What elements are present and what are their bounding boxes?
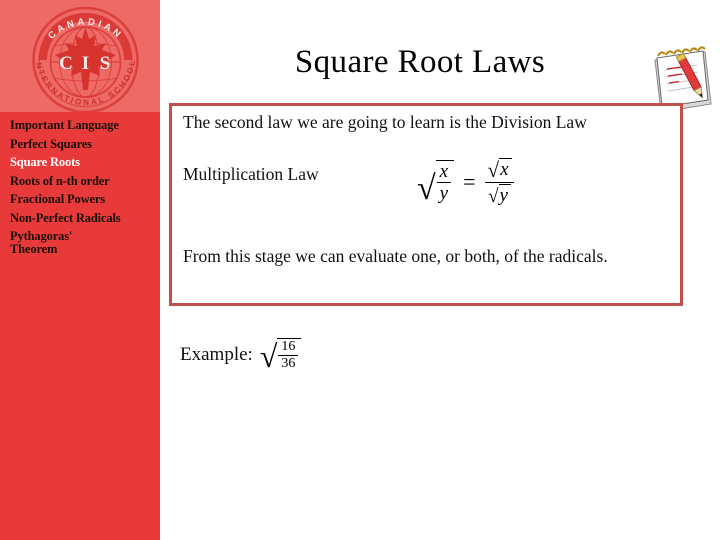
logo-letter-s: S	[100, 53, 111, 74]
sidebar: C I S CANADIAN INTERNATIONAL SCHOOL Impo…	[0, 0, 160, 540]
cis-school-logo: C I S CANADIAN INTERNATIONAL SCHOOL	[26, 0, 143, 112]
lead-statement: The second law we are going to learn is …	[183, 112, 587, 132]
logo-letter-i: I	[82, 53, 89, 74]
rhs-denominator-radical: √ y	[488, 183, 511, 207]
sidebar-item-non-perfect-radicals[interactable]: Non-Perfect Radicals	[0, 209, 160, 228]
radical-sign-icon: √	[417, 170, 436, 208]
division-law-formula: √ x y = √ x √ y	[417, 158, 515, 206]
slide-root: C I S CANADIAN INTERNATIONAL SCHOOL Impo…	[0, 0, 720, 540]
rhs-numerator-radical: √ x	[487, 157, 512, 182]
formula-equals-sign: =	[463, 168, 476, 194]
sidebar-item-perfect-squares[interactable]: Perfect Squares	[0, 135, 160, 154]
sidebar-item-fractional-powers[interactable]: Fractional Powers	[0, 190, 160, 209]
sidebar-item-square-roots[interactable]: Square Roots	[0, 153, 160, 172]
lhs-numerator: x	[439, 161, 449, 183]
page-title: Square Root Laws	[294, 44, 546, 80]
lhs-denominator: y	[436, 182, 452, 203]
law-label: Multiplication Law	[183, 164, 319, 184]
radical-sign-icon: √	[488, 185, 499, 207]
example-row: Example: √ 16 36	[180, 338, 302, 375]
sidebar-nav: Important Language Perfect Squares Squar…	[0, 116, 160, 258]
sidebar-item-roots-of-nth-order[interactable]: Roots of n-th order	[0, 172, 160, 191]
radical-sign-icon: √	[259, 338, 278, 375]
example-label: Example:	[180, 343, 253, 365]
logo-letter-c: C	[59, 53, 73, 74]
formula-rhs-fraction: √ x √ y	[485, 158, 515, 206]
example-numerator: 16	[281, 339, 296, 354]
radical-sign-icon: √	[487, 157, 500, 182]
example-expression: √ 16 36	[259, 338, 302, 375]
content-box: The second law we are going to learn is …	[169, 103, 683, 306]
closing-statement: From this stage we can evaluate one, or …	[183, 246, 608, 266]
rhs-denominator: y	[498, 183, 511, 205]
example-denominator: 36	[278, 355, 299, 371]
sidebar-item-pythagoras-theorem[interactable]: Pythagoras' Theorem	[0, 227, 160, 258]
sidebar-logo-band: C I S CANADIAN INTERNATIONAL SCHOOL	[0, 0, 160, 112]
sidebar-item-important-language[interactable]: Important Language	[0, 116, 160, 135]
formula-lhs-radical: √ x y	[417, 160, 455, 208]
rhs-numerator: x	[499, 158, 512, 179]
